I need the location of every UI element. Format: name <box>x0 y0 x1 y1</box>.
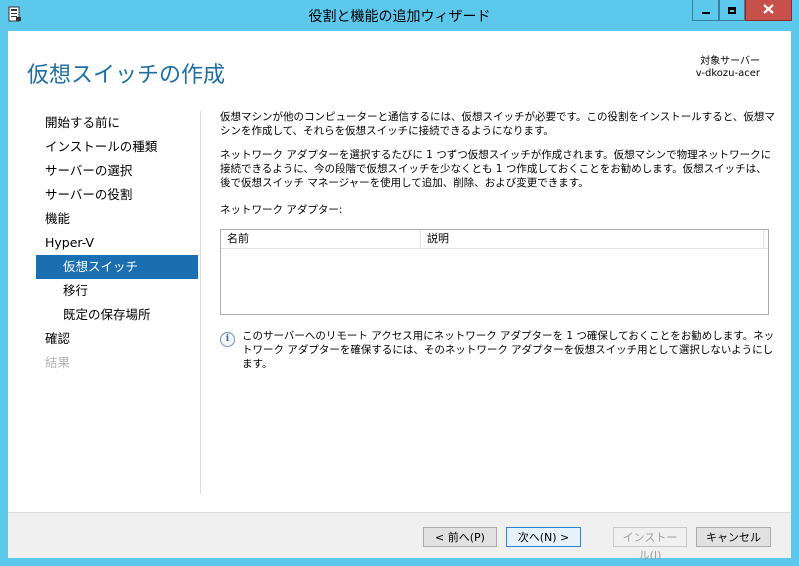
nav-item-results: 結果 <box>45 355 71 370</box>
nav-item-features[interactable]: 機能 <box>36 207 198 231</box>
main-content: 仮想マシンが他のコンピューターと通信するには、仮想スイッチが必要です。この役割を… <box>220 110 775 370</box>
nav-item-server-roles[interactable]: サーバーの役割 <box>36 183 198 207</box>
minimize-button[interactable] <box>692 0 719 21</box>
nav-item-installation-type[interactable]: インストールの種類 <box>36 135 198 159</box>
nav-item-default-stores[interactable]: 既定の保存場所 <box>36 303 198 327</box>
next-button[interactable]: 次へ(N) > <box>506 527 581 547</box>
column-header-description[interactable]: 説明 <box>421 230 764 248</box>
window-title: 役割と機能の追加ウィザード <box>308 9 491 25</box>
page-title: 仮想スイッチの作成 <box>27 63 226 88</box>
nav-item-confirmation[interactable]: 確認 <box>36 327 198 351</box>
minimize-icon <box>701 12 710 14</box>
title-bar: 役割と機能の追加ウィザード <box>0 0 799 30</box>
column-header-name[interactable]: 名前 <box>221 230 421 248</box>
cancel-button[interactable]: キャンセル <box>696 527 771 547</box>
adapter-list-header: 名前 説明 <box>221 230 768 249</box>
target-server-info: 対象サーバー v-dkozu-acer <box>696 56 760 80</box>
info-message: i このサーバーへのリモート アクセス用にネットワーク アダプターを 1 つ確保… <box>220 329 775 371</box>
wizard-footer: < 前へ(P) 次へ(N) > インストール(I) キャンセル <box>8 512 791 562</box>
target-server-label: 対象サーバー <box>700 56 760 67</box>
nav-item-server-selection[interactable]: サーバーの選択 <box>36 159 198 183</box>
wizard-client-area: 仮想スイッチの作成 対象サーバー v-dkozu-acer 開始する前に インス… <box>8 31 791 562</box>
info-icon: i <box>220 332 235 347</box>
close-icon <box>763 3 774 17</box>
description-paragraph-1: 仮想マシンが他のコンピューターと通信するには、仮想スイッチが必要です。この役割を… <box>220 111 775 137</box>
nav-item-migration[interactable]: 移行 <box>36 279 198 303</box>
install-button: インストール(I) <box>613 527 687 562</box>
nav-divider <box>200 111 201 494</box>
maximize-icon <box>728 6 736 14</box>
network-adapter-list[interactable]: 名前 説明 <box>220 229 769 315</box>
nav-item-virtual-switches[interactable]: 仮想スイッチ <box>36 255 198 279</box>
nav-item-hyper-v[interactable]: Hyper-V <box>36 231 198 255</box>
previous-button[interactable]: < 前へ(P) <box>423 527 497 547</box>
nav-item-before-you-begin[interactable]: 開始する前に <box>36 111 198 135</box>
target-server-name: v-dkozu-acer <box>695 68 760 79</box>
description-paragraph-2: ネットワーク アダプターを選択するたびに 1 つずつ仮想スイッチが作成されます。… <box>220 149 772 189</box>
close-button[interactable] <box>745 0 792 21</box>
wizard-nav: 開始する前に インストールの種類 サーバーの選択 サーバーの役割 機能 Hype… <box>36 111 198 375</box>
network-adapter-label: ネットワーク アダプター: <box>220 204 343 216</box>
info-text: このサーバーへのリモート アクセス用にネットワーク アダプターを 1 つ確保して… <box>242 330 775 370</box>
maximize-button[interactable] <box>719 0 745 21</box>
